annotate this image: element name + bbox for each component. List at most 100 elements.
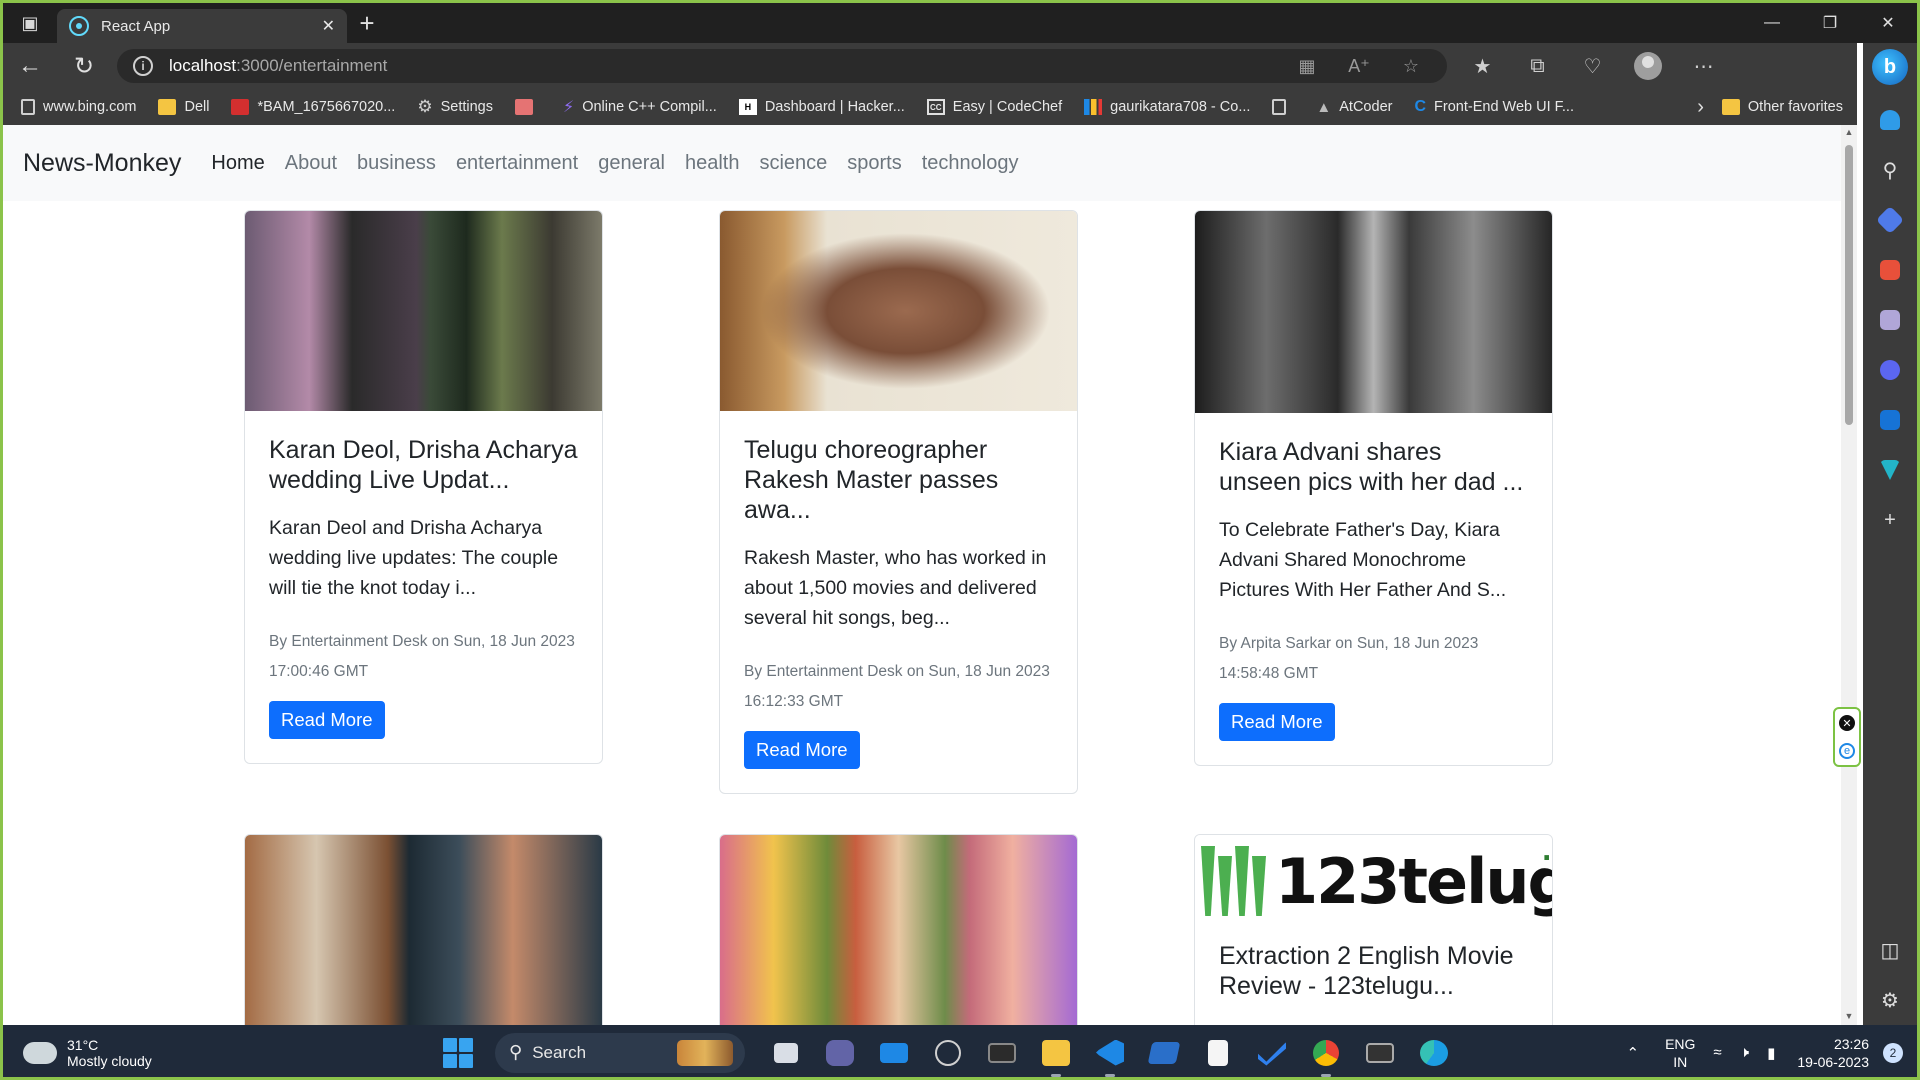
favorite-item[interactable] bbox=[514, 99, 541, 115]
bing-copilot-icon[interactable]: b bbox=[1872, 49, 1908, 85]
file-explorer-icon[interactable] bbox=[1029, 1033, 1083, 1077]
scroll-down-icon[interactable]: ▼ bbox=[1843, 1011, 1855, 1023]
chevron-up-icon[interactable]: ⌃ bbox=[1627, 1044, 1640, 1062]
read-more-button[interactable]: Read More bbox=[1219, 703, 1335, 741]
task-view-icon[interactable] bbox=[759, 1033, 813, 1073]
microsoft365-icon[interactable] bbox=[1863, 345, 1917, 395]
weather-desc: Mostly cloudy bbox=[67, 1052, 152, 1069]
minimize-icon[interactable]: — bbox=[1743, 3, 1801, 43]
profile-avatar[interactable] bbox=[1634, 52, 1662, 80]
new-tab-button[interactable]: + bbox=[347, 3, 387, 43]
browser-essentials-icon[interactable]: ♡ bbox=[1565, 54, 1620, 79]
close-tab-icon[interactable]: ✕ bbox=[322, 16, 335, 36]
tab-actions-icon[interactable]: ▣ bbox=[3, 3, 57, 43]
nav-link-general[interactable]: general bbox=[598, 152, 665, 175]
page-scrollbar[interactable]: ▲ ▼ bbox=[1841, 125, 1857, 1025]
favorite-item[interactable]: C Front-End Web UI F... bbox=[1414, 98, 1574, 116]
language-indicator[interactable]: ENG IN bbox=[1665, 1035, 1695, 1071]
nav-link-entertainment[interactable]: entertainment bbox=[456, 152, 578, 175]
favorite-item[interactable]: ⚡ Online C++ Compil... bbox=[563, 97, 717, 117]
tools-icon[interactable] bbox=[1863, 245, 1917, 295]
nav-link-technology[interactable]: technology bbox=[922, 152, 1019, 175]
restore-icon[interactable]: ❐ bbox=[1801, 3, 1859, 43]
favorite-item[interactable]: gaurikatara708 - Co... bbox=[1084, 99, 1250, 115]
nav-link-home[interactable]: Home bbox=[211, 152, 264, 175]
dell-icon[interactable] bbox=[921, 1033, 975, 1073]
favorite-item[interactable]: Dell bbox=[158, 99, 209, 115]
wifi-icon[interactable]: ≈ bbox=[1713, 1044, 1721, 1061]
collections-icon[interactable]: ⧉ bbox=[1510, 55, 1565, 78]
notification-badge[interactable]: 2 bbox=[1883, 1042, 1903, 1063]
clock[interactable]: 23:26 19-06-2023 bbox=[1797, 1035, 1869, 1071]
terminal-icon[interactable] bbox=[975, 1033, 1029, 1073]
search-icon[interactable]: ⚲ bbox=[1863, 145, 1917, 195]
bell-icon[interactable] bbox=[1863, 95, 1917, 145]
scroll-thumb[interactable] bbox=[1845, 145, 1853, 425]
chevron-right-icon[interactable]: › bbox=[1697, 96, 1704, 119]
news-image bbox=[720, 835, 1077, 1025]
close-icon[interactable]: ✕ bbox=[1839, 715, 1855, 731]
todo-icon[interactable] bbox=[1245, 1033, 1299, 1073]
favorite-item[interactable]: ⚙ Settings bbox=[417, 97, 493, 117]
folder-icon bbox=[158, 99, 177, 115]
floating-extension-pill[interactable]: ✕ e bbox=[1833, 707, 1861, 767]
tab-title: React App bbox=[101, 17, 171, 35]
add-favorite-icon[interactable]: ☆ bbox=[1385, 56, 1437, 77]
nav-link-sports[interactable]: sports bbox=[847, 152, 901, 175]
mail-icon[interactable] bbox=[867, 1033, 921, 1073]
settings-icon[interactable]: ⚙ bbox=[1863, 975, 1917, 1025]
volume-muted-icon[interactable]: 🕨 bbox=[1740, 1044, 1749, 1061]
site-brand[interactable]: News-Monkey bbox=[23, 149, 181, 178]
news-image bbox=[720, 211, 1077, 411]
teams-chat-icon[interactable] bbox=[813, 1033, 867, 1073]
read-more-button[interactable]: Read More bbox=[744, 731, 860, 769]
nav-link-health[interactable]: health bbox=[685, 152, 740, 175]
powershell-icon[interactable] bbox=[1137, 1033, 1191, 1073]
edge-icon[interactable] bbox=[1407, 1033, 1461, 1073]
add-icon[interactable]: + bbox=[1863, 495, 1917, 545]
notepad-icon[interactable] bbox=[1191, 1033, 1245, 1073]
more-options-icon[interactable]: ⋯ bbox=[1676, 54, 1731, 79]
nav-link-science[interactable]: science bbox=[759, 152, 827, 175]
browser-tab[interactable]: React App ✕ bbox=[57, 9, 347, 43]
refresh-icon[interactable]: ↻ bbox=[57, 43, 111, 89]
drop-icon[interactable] bbox=[1863, 445, 1917, 495]
read-aloud-icon[interactable]: A⁺ bbox=[1333, 56, 1385, 77]
sidebar-toggle-icon[interactable]: ◫ bbox=[1863, 925, 1917, 975]
games-icon[interactable] bbox=[1863, 295, 1917, 345]
favorite-item[interactable]: ▲ AtCoder bbox=[1316, 99, 1392, 116]
news-description: To Celebrate Father's Day, Kiara Advani … bbox=[1219, 519, 1507, 601]
news-image bbox=[245, 211, 602, 411]
battery-icon[interactable]: ▮ bbox=[1767, 1044, 1775, 1062]
favorite-item[interactable]: CC Easy | CodeChef bbox=[926, 99, 1062, 115]
app-available-icon[interactable]: ▦ bbox=[1281, 56, 1333, 77]
url-input[interactable]: i localhost:3000/entertainment ▦ A⁺ ☆ bbox=[117, 49, 1447, 83]
windows-start-icon[interactable] bbox=[443, 1037, 473, 1068]
favorite-item[interactable]: H Dashboard | Hacker... bbox=[738, 99, 905, 115]
edge-icon[interactable]: e bbox=[1839, 743, 1855, 759]
outlook-icon[interactable] bbox=[1863, 395, 1917, 445]
nav-link-about[interactable]: About bbox=[285, 152, 337, 175]
scroll-up-icon[interactable]: ▲ bbox=[1843, 127, 1855, 139]
news-card: Karan Deol, Drisha Acharya wedding Live … bbox=[244, 210, 603, 764]
read-more-button[interactable]: Read More bbox=[269, 701, 385, 739]
favorite-item[interactable]: *BAM_1675667020... bbox=[231, 99, 395, 115]
site-info-icon[interactable]: i bbox=[133, 56, 153, 76]
nav-link-business[interactable]: business bbox=[357, 152, 436, 175]
favorite-item[interactable]: www.bing.com bbox=[21, 99, 136, 115]
cmd-icon[interactable] bbox=[1353, 1033, 1407, 1073]
chrome-icon[interactable] bbox=[1299, 1033, 1353, 1077]
edge-sidebar: b ⚲ + ◫ ⚙ bbox=[1863, 43, 1917, 1025]
favorite-item[interactable] bbox=[1272, 99, 1294, 115]
address-bar-row: ← ↻ i localhost:3000/entertainment ▦ A⁺ … bbox=[3, 43, 1857, 89]
favorites-icon[interactable]: ★ bbox=[1455, 54, 1510, 79]
taskbar-search[interactable]: ⚲ Search bbox=[495, 1032, 745, 1073]
gear-icon: ⚙ bbox=[417, 97, 433, 116]
other-favorites[interactable]: Other favorites bbox=[1721, 99, 1843, 115]
close-window-icon[interactable]: ✕ bbox=[1859, 3, 1917, 43]
shopping-tag-icon[interactable] bbox=[1863, 195, 1917, 245]
weather-widget[interactable]: 31°C Mostly cloudy bbox=[23, 1033, 152, 1069]
back-icon[interactable]: ← bbox=[3, 43, 57, 89]
vscode-icon[interactable] bbox=[1083, 1033, 1137, 1077]
windows-taskbar: 31°C Mostly cloudy ⚲ Search ⌃ ENG IN ≈ 🕨… bbox=[3, 1025, 1917, 1077]
